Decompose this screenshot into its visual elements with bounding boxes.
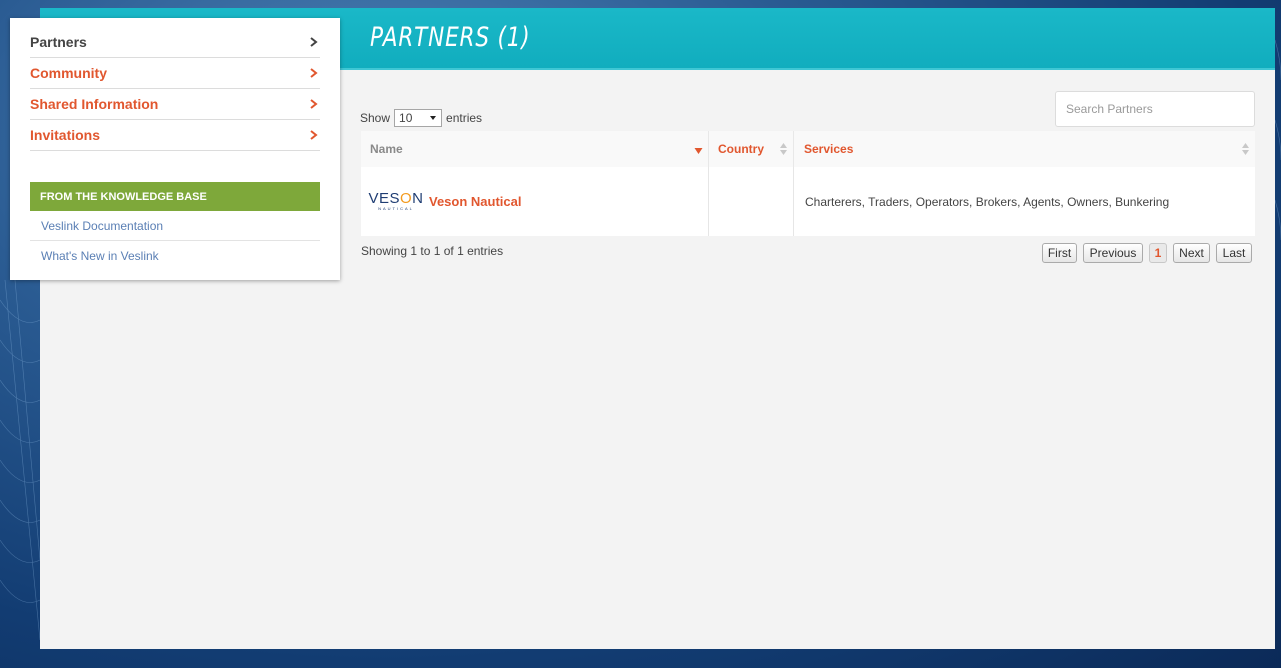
sidebar-menu: Partners Community Shared Information In… (10, 18, 340, 280)
table-row: VESON NAUTICAL Veson Nautical Charterers… (361, 167, 1255, 236)
chevron-right-icon (310, 37, 318, 47)
cell-name: VESON NAUTICAL Veson Nautical (361, 167, 709, 236)
partner-name-link[interactable]: Veson Nautical (429, 194, 521, 209)
page-size-control: Show 10 entries (360, 109, 482, 127)
dropdown-arrow-icon (430, 116, 437, 120)
last-page-button[interactable]: Last (1216, 243, 1252, 263)
kb-link-whats-new[interactable]: What's New in Veslink (30, 241, 320, 271)
first-page-button[interactable]: First (1042, 243, 1077, 263)
pagination: First Previous 1 Next Last (1042, 243, 1252, 263)
veson-logo: VESON NAUTICAL (368, 190, 424, 211)
page-size-value: 10 (399, 111, 413, 125)
table-body: VESON NAUTICAL Veson Nautical Charterers… (361, 167, 1255, 236)
entries-label: entries (446, 111, 483, 125)
sidebar-item-community[interactable]: Community (30, 58, 320, 89)
sidebar-item-invitations[interactable]: Invitations (30, 120, 320, 151)
chevron-right-icon (310, 130, 318, 140)
show-label: Show (360, 111, 391, 125)
column-header-label: Services (804, 142, 854, 156)
table-header: Name Country Services (361, 131, 1255, 167)
column-header-services[interactable]: Services (794, 131, 1255, 167)
sidebar-item-partners[interactable]: Partners (30, 27, 320, 58)
sidebar-nav: Partners Community Shared Information In… (30, 27, 320, 151)
sidebar-item-label: Partners (30, 34, 87, 50)
knowledge-base-header: FROM THE KNOWLEDGE BASE (30, 182, 320, 211)
column-header-country[interactable]: Country (709, 131, 794, 167)
sidebar-item-label: Community (30, 65, 107, 81)
table-info: Showing 1 to 1 of 1 entries (361, 244, 504, 258)
page-title: PARTNERS (1) (370, 22, 531, 53)
sort-both-icon (1242, 143, 1249, 155)
next-page-button[interactable]: Next (1173, 243, 1210, 263)
page-size-select[interactable]: 10 (394, 109, 443, 127)
sidebar-item-label: Invitations (30, 127, 101, 143)
cell-country (709, 167, 794, 236)
sort-descending-icon (694, 148, 703, 154)
sort-both-icon (780, 143, 787, 155)
chevron-right-icon (310, 99, 318, 109)
column-header-label: Name (370, 142, 403, 156)
sidebar-item-label: Shared Information (30, 96, 159, 112)
search-input[interactable] (1055, 91, 1255, 127)
previous-page-button[interactable]: Previous (1083, 243, 1143, 263)
column-header-label: Country (718, 142, 764, 156)
chevron-right-icon (310, 68, 318, 78)
current-page-button[interactable]: 1 (1149, 243, 1167, 263)
cell-services: Charterers, Traders, Operators, Brokers,… (805, 194, 1170, 209)
column-header-name[interactable]: Name (361, 131, 709, 167)
kb-link-veslink-documentation[interactable]: Veslink Documentation (30, 211, 320, 241)
sidebar-item-shared-information[interactable]: Shared Information (30, 89, 320, 120)
partners-table: Name Country Services VESON NAUTICAL Ves… (361, 131, 1255, 236)
knowledge-base-links: Veslink Documentation What's New in Vesl… (30, 211, 320, 271)
